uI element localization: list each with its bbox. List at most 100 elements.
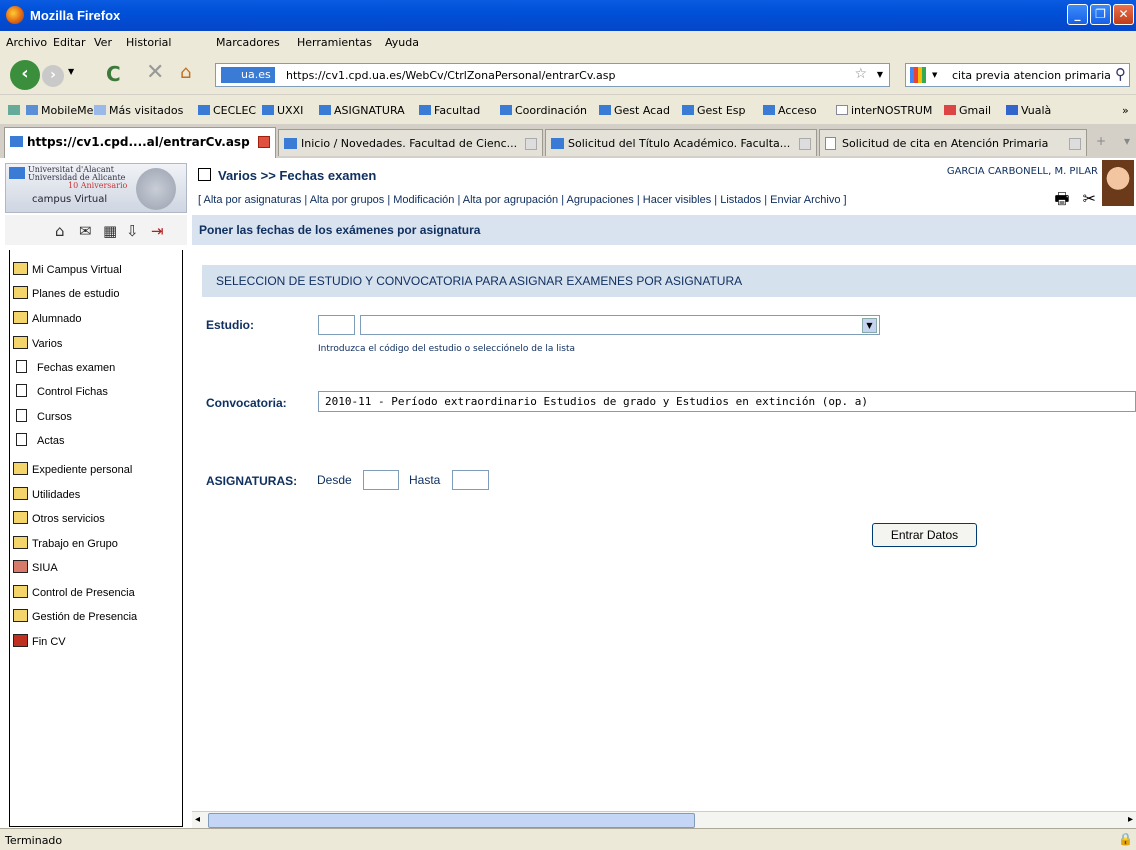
back-icon[interactable]: ‹ [10,60,40,90]
menu-historial[interactable]: Historial [126,36,171,49]
horizontal-scrollbar[interactable]: ◂ ▸ [192,811,1136,828]
hasta-input[interactable] [452,470,489,490]
tab-cita-atencion-primaria[interactable]: Solicitud de cita en Atención Primaria [819,129,1087,156]
bookmarks-overflow-icon[interactable]: » [1122,104,1129,117]
tab-solicitud-titulo[interactable]: Solicitud del Título Académico. Faculta.… [545,129,817,156]
minimize-button[interactable]: _ [1067,4,1088,25]
home-icon[interactable]: ⌂ [55,222,65,240]
section-title: SELECCION DE ESTUDIO Y CONVOCATORIA PARA… [216,274,743,288]
sidebar-item-varios[interactable]: Varios [13,336,62,350]
bookmark-coordinacion[interactable]: Coordinación [500,104,587,117]
menu-archivo[interactable]: Archivo [6,36,47,49]
scroll-right-icon[interactable]: ▸ [1128,814,1133,825]
sidebar-item-trabajo-en-grupo[interactable]: Trabajo en Grupo [13,536,118,550]
forward-icon[interactable]: › [42,65,64,87]
bookmark-facultad[interactable]: Facultad [419,104,480,117]
sidebar-item-cursos[interactable]: Cursos [13,409,72,423]
convocatoria-label: Convocatoria: [206,396,287,410]
bookmarks-feed-icon[interactable] [8,104,23,117]
tab-close-icon[interactable] [525,138,537,150]
bookmark-star-icon[interactable]: ☆ [854,66,867,82]
convocatoria-select[interactable]: 2010-11 - Período extraordinario Estudio… [318,391,1136,412]
sidebar-item-actas[interactable]: Actas [13,433,65,447]
sidebar-item-siua[interactable]: SIUA [13,560,58,574]
menu-editar[interactable]: Editar [53,36,86,49]
search-engine-dropdown-icon[interactable]: ▼ [932,71,937,79]
action-links[interactable]: [ Alta por asignaturas | Alta por grupos… [198,194,847,206]
estudio-code-input[interactable] [318,315,355,335]
ua-logo-icon [9,167,25,179]
maximize-button[interactable]: ❐ [1090,4,1111,25]
new-tab-icon[interactable]: + [1096,134,1106,148]
estudio-select[interactable]: ▼ [360,315,880,335]
bookmark-acceso[interactable]: Acceso [763,104,817,117]
search-bar[interactable]: ▼ cita previa atencion primaria ⚲ [905,63,1130,87]
sidebar-item-fechas-examen[interactable]: Fechas examen [13,360,115,374]
menu-ver[interactable]: Ver [94,36,112,49]
bookmark-ceclec[interactable]: CECLEC [198,104,256,117]
sidebar-item-gestion-de-presencia[interactable]: Gestión de Presencia [13,609,137,623]
download-icon[interactable]: ⇩ [126,222,139,240]
tab-close-icon[interactable] [1069,138,1081,150]
tab-list-icon[interactable]: ▾ [1124,134,1130,148]
estudio-label: Estudio: [206,318,254,332]
reload-icon[interactable]: C [106,62,121,86]
bookmark-voila[interactable]: Vualà [1006,104,1051,117]
tab-facultad-ciencias[interactable]: Inicio / Novedades. Facultad de Cienc... [278,129,543,156]
home-icon[interactable]: ⌂ [180,62,191,83]
scrollbar-thumb[interactable] [208,813,695,828]
search-icon[interactable]: ⚲ [1115,65,1126,83]
bookmark-asignatura[interactable]: ASIGNATURA [319,104,405,117]
tools-icon[interactable]: ✂ [1083,189,1096,208]
tab-label: Solicitud de cita en Atención Primaria [842,137,1049,150]
url-dropdown-icon[interactable]: ▼ [877,70,883,79]
campus-building-icon [136,168,176,210]
site-identity-badge[interactable]: ua.es [221,67,275,83]
print-icon[interactable]: 🖶 [1054,189,1069,208]
bookmark-gest-acad[interactable]: Gest Acad [599,104,670,117]
tab-close-icon[interactable] [258,136,270,148]
tab-close-icon[interactable] [799,138,811,150]
tab-favicon-icon [284,138,297,149]
history-dropdown-icon[interactable]: ▼ [68,67,74,76]
bookmark-mas-visitados[interactable]: Más visitados [94,104,183,117]
clock-folder-icon [13,585,28,598]
page-subtitle: Poner las fechas de los exámenes por asi… [199,223,481,237]
sidebar-item-planes-de-estudio[interactable]: Planes de estudio [13,286,119,300]
scroll-left-icon[interactable]: ◂ [195,814,200,825]
search-engine-icon[interactable] [910,67,926,83]
sidebar-item-alumnado[interactable]: Alumnado [13,311,82,325]
url-bar[interactable]: ua.es https://cv1.cpd.ua.es/WebCv/CtrlZo… [215,63,890,87]
exit-icon [13,634,28,647]
sidebar-item-mi-campus-virtual[interactable]: Mi Campus Virtual [13,262,122,276]
tab-favicon-icon [10,136,23,147]
bookmark-internostrum[interactable]: interNOSTRUM [836,104,932,117]
mail-icon[interactable]: ✉ [79,222,92,240]
menu-ayuda[interactable]: Ayuda [385,36,419,49]
chevron-down-icon[interactable]: ▼ [862,318,877,333]
sidebar-item-control-fichas[interactable]: Control Fichas [13,384,108,398]
sidebar-item-control-de-presencia[interactable]: Control de Presencia [13,585,135,599]
menu-herramientas[interactable]: Herramientas [297,36,372,49]
bookmark-gest-esp[interactable]: Gest Esp [682,104,746,117]
bookmark-gmail[interactable]: Gmail [944,104,991,117]
menu-marcadores[interactable]: Marcadores [216,36,280,49]
entrar-datos-button[interactable]: Entrar Datos [872,523,977,547]
stop-icon[interactable]: ✕ [146,60,164,85]
tab-entrarcv[interactable]: https://cv1.cpd....al/entrarCv.asp [4,127,276,158]
calendar-icon[interactable]: ▦ [103,222,117,240]
sidebar-item-utilidades[interactable]: Utilidades [13,487,80,501]
bookmark-uxxi[interactable]: UXXI [262,104,303,117]
close-button[interactable]: ✕ [1113,4,1134,25]
desde-input[interactable] [363,470,399,490]
search-query: cita previa atencion primaria [952,69,1111,82]
sidebar-item-otros-servicios[interactable]: Otros servicios [13,511,105,525]
sidebar-item-fin-cv[interactable]: Fin CV [13,634,66,648]
sidebar-item-expediente-personal[interactable]: Expediente personal [13,462,132,476]
document-icon [16,433,27,446]
bookmark-mobileme[interactable]: MobileMe [26,104,93,117]
exit-icon[interactable]: ⇥ [151,222,164,240]
lock-icon[interactable]: 🔒 [1118,832,1133,846]
campus-folder-icon [13,262,28,275]
bookmarks-toolbar: MobileMe Más visitados CECLEC UXXI ASIGN… [0,94,1136,124]
